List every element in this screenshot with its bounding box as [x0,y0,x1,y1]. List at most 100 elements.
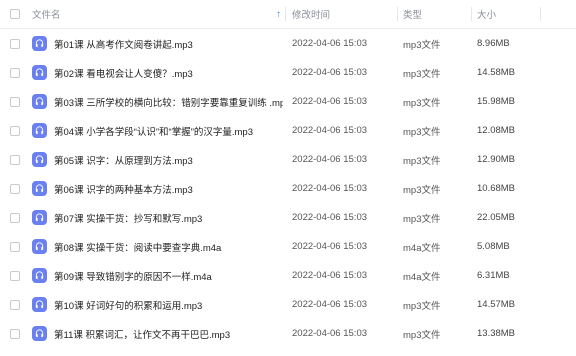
file-size-cell: 13.38MB [477,319,541,348]
file-size-cell: 14.57MB [477,290,541,319]
file-name-cell[interactable]: 第10课 好词好句的积累和运用.mp3 [29,290,283,319]
file-size: 15.98MB [477,96,516,107]
file-name-cell[interactable]: 第04课 小学各学段“认识”和“掌握”的汉字量.mp3 [29,116,283,145]
file-type: mp3文件 [403,213,441,225]
modified-time-cell: 2022-04-06 15:03 [292,58,400,87]
file-name-cell[interactable]: 第07课 实操干货：抄写和默写.mp3 [29,203,283,232]
row-select-cell [10,145,22,174]
file-name[interactable]: 第09课 导致错别字的原因不一样.m4a [54,269,212,283]
music-file-icon [32,268,47,283]
modified-time-cell: 2022-04-06 15:03 [292,261,400,290]
file-name-cell[interactable]: 第08课 实操干货：阅读中要查字典.m4a [29,232,283,261]
row-checkbox[interactable] [10,96,20,107]
column-header-modified[interactable]: 修改时间 [292,0,400,28]
file-name-cell[interactable]: 第11课 积累词汇，让作文不再干巴巴.mp3 [29,319,283,348]
file-size-cell: 6.31MB [477,261,541,290]
row-select-cell [10,29,22,58]
music-file-icon [32,239,47,254]
file-size: 14.58MB [477,67,516,78]
file-size-cell: 12.90MB [477,145,541,174]
row-checkbox[interactable] [10,183,20,194]
row-checkbox[interactable] [10,241,20,252]
column-header-type[interactable]: 类型 [403,0,473,28]
file-name[interactable]: 第04课 小学各学段“认识”和“掌握”的汉字量.mp3 [54,124,253,138]
file-name[interactable]: 第07课 实操干货：抄写和默写.mp3 [54,211,202,225]
sort-ascending-icon[interactable]: ↑ [276,0,281,28]
column-header-type-label: 类型 [403,10,423,21]
file-type: mp3文件 [403,97,441,109]
file-row[interactable]: 第11课 积累词汇，让作文不再干巴巴.mp3 2022-04-06 15:03 mp… [0,319,576,348]
row-checkbox[interactable] [10,154,20,165]
file-name-cell[interactable]: 第03课 三所学校的横向比较：错别字要靠重复训练 .mp3 [29,87,283,116]
file-name-cell[interactable]: 第06课 识字的两种基本方法.mp3 [29,174,283,203]
row-select-cell [10,232,22,261]
modified-time: 2022-04-06 15:03 [292,96,368,107]
file-row[interactable]: 第04课 小学各学段“认识”和“掌握”的汉字量.mp3 2022-04-06 15… [0,116,576,145]
file-size-cell: 22.05MB [477,203,541,232]
file-name-cell[interactable]: 第09课 导致错别字的原因不一样.m4a [29,261,283,290]
column-divider[interactable] [397,7,398,21]
file-size: 12.90MB [477,154,516,165]
file-type-cell: mp3文件 [403,290,473,319]
music-file-icon [32,65,47,80]
file-size: 22.05MB [477,212,516,223]
row-checkbox[interactable] [10,67,20,78]
music-file-icon [32,297,47,312]
row-checkbox[interactable] [10,270,20,281]
modified-time: 2022-04-06 15:03 [292,125,368,136]
column-divider[interactable] [540,7,541,21]
file-row[interactable]: 第08课 实操干货：阅读中要查字典.m4a 2022-04-06 15:03 m4a… [0,232,576,261]
modified-time: 2022-04-06 15:03 [292,154,368,165]
file-name[interactable]: 第05课 识字：从原理到方法.mp3 [54,153,193,167]
file-name[interactable]: 第08课 实操干货：阅读中要查字典.m4a [54,240,221,254]
file-list-header: 文件名 ↑ 修改时间 类型 大小 [0,0,576,29]
select-all-checkbox[interactable] [10,9,20,19]
file-name[interactable]: 第03课 三所学校的横向比较：错别字要靠重复训练 .mp3 [54,95,283,109]
modified-time-cell: 2022-04-06 15:03 [292,203,400,232]
file-size: 5.08MB [477,241,510,252]
file-row[interactable]: 第01课 从高考作文阅卷讲起.mp3 2022-04-06 15:03 mp3文件 8… [0,29,576,58]
row-checkbox[interactable] [10,38,20,49]
file-type: m4a文件 [403,271,441,283]
column-header-size[interactable]: 大小 [477,0,541,28]
file-name[interactable]: 第01课 从高考作文阅卷讲起.mp3 [54,37,193,51]
file-row[interactable]: 第05课 识字：从原理到方法.mp3 2022-04-06 15:03 mp3文件 1… [0,145,576,174]
file-name[interactable]: 第10课 好词好句的积累和运用.mp3 [54,298,202,312]
file-type-cell: mp3文件 [403,29,473,58]
row-checkbox[interactable] [10,328,20,339]
row-select-cell [10,58,22,87]
music-file-icon [32,123,47,138]
row-checkbox[interactable] [10,299,20,310]
column-header-modified-label: 修改时间 [292,10,331,21]
file-row[interactable]: 第09课 导致错别字的原因不一样.m4a 2022-04-06 15:03 m4a文… [0,261,576,290]
file-row[interactable]: 第06课 识字的两种基本方法.mp3 2022-04-06 15:03 mp3文件 1… [0,174,576,203]
file-size-cell: 14.58MB [477,58,541,87]
modified-time-cell: 2022-04-06 15:03 [292,116,400,145]
row-checkbox[interactable] [10,125,20,136]
row-select-cell [10,261,22,290]
file-type-cell: m4a文件 [403,232,473,261]
modified-time: 2022-04-06 15:03 [292,270,368,281]
file-row[interactable]: 第10课 好词好句的积累和运用.mp3 2022-04-06 15:03 mp3文件… [0,290,576,319]
modified-time: 2022-04-06 15:03 [292,183,368,194]
file-name[interactable]: 第11课 积累词汇，让作文不再干巴巴.mp3 [54,327,230,341]
column-header-name[interactable]: 文件名 [32,0,286,28]
file-row[interactable]: 第03课 三所学校的横向比较：错别字要靠重复训练 .mp3 2022-04-06 … [0,87,576,116]
file-name-cell[interactable]: 第05课 识字：从原理到方法.mp3 [29,145,283,174]
file-row[interactable]: 第02课 看电视会让人变傻？.mp3 2022-04-06 15:03 mp3文件 1… [0,58,576,87]
file-name[interactable]: 第06课 识字的两种基本方法.mp3 [54,182,193,196]
file-size-cell: 12.08MB [477,116,541,145]
modified-time: 2022-04-06 15:03 [292,328,368,339]
column-divider[interactable] [471,7,472,21]
column-divider[interactable] [285,7,286,21]
file-row[interactable]: 第07课 实操干货：抄写和默写.mp3 2022-04-06 15:03 mp3文件… [0,203,576,232]
file-type-cell: m4a文件 [403,261,473,290]
row-checkbox[interactable] [10,212,20,223]
file-name-cell[interactable]: 第02课 看电视会让人变傻？.mp3 [29,58,283,87]
music-file-icon [32,326,47,341]
file-size: 6.31MB [477,270,510,281]
file-type-cell: mp3文件 [403,58,473,87]
file-name-cell[interactable]: 第01课 从高考作文阅卷讲起.mp3 [29,29,283,58]
file-size: 10.68MB [477,183,516,194]
file-name[interactable]: 第02课 看电视会让人变傻？.mp3 [54,66,193,80]
